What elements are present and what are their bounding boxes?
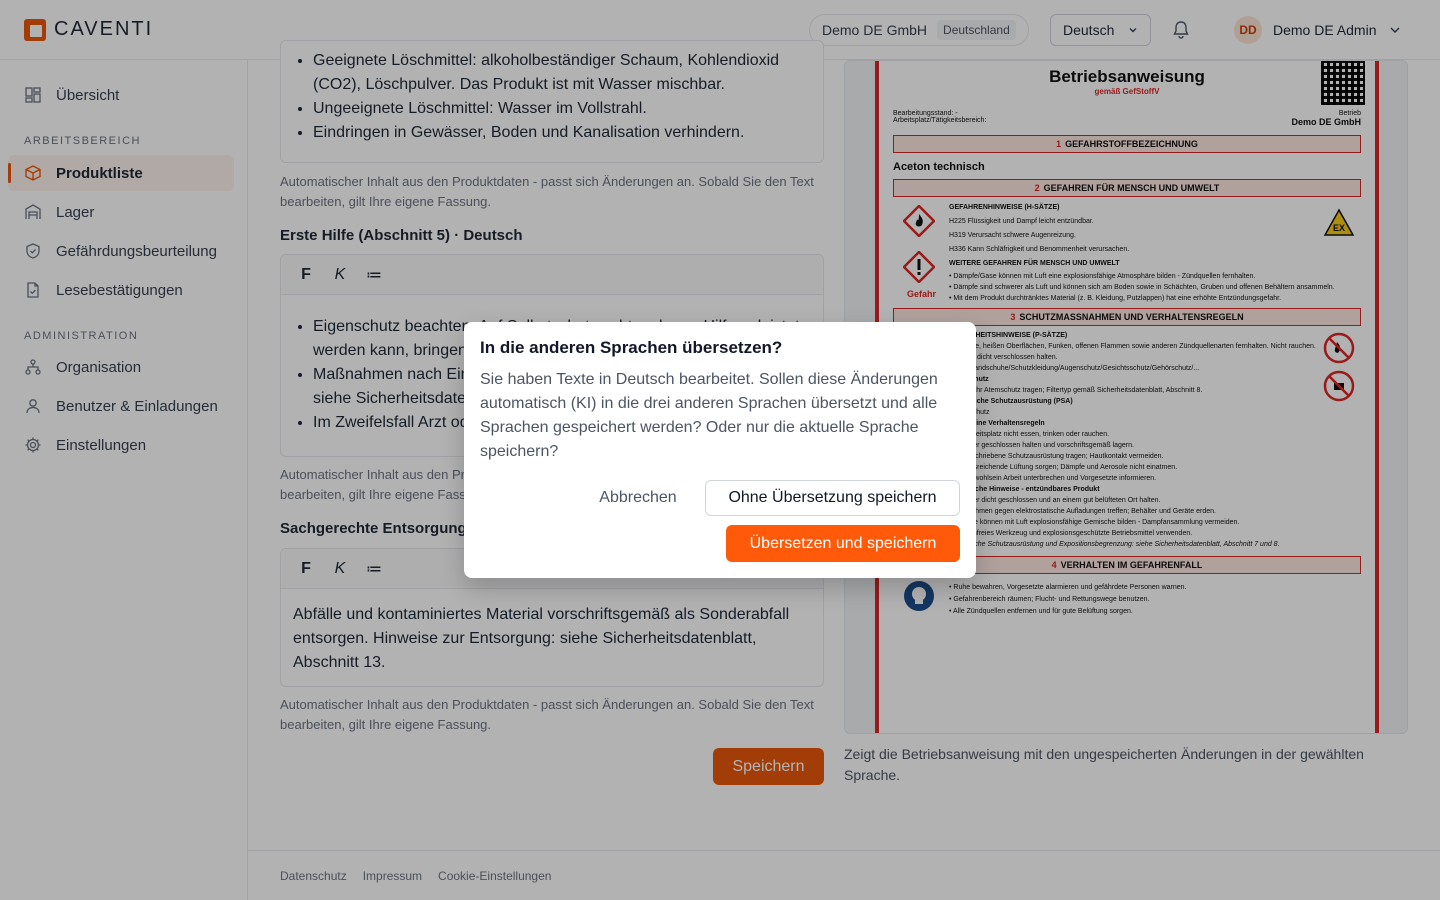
translate-and-save-button[interactable]: Übersetzen und speichern [726, 525, 960, 562]
dialog-message: Sie haben Texte in Deutsch bearbeitet. S… [480, 371, 938, 460]
cancel-button[interactable]: Abbrechen [580, 480, 696, 516]
save-without-translation-button[interactable]: Ohne Übersetzung speichern [705, 480, 960, 516]
dialog-title: In die anderen Sprachen übersetzen? [480, 338, 783, 357]
translate-dialog: In die anderen Sprachen übersetzen? Sie … [464, 322, 976, 578]
